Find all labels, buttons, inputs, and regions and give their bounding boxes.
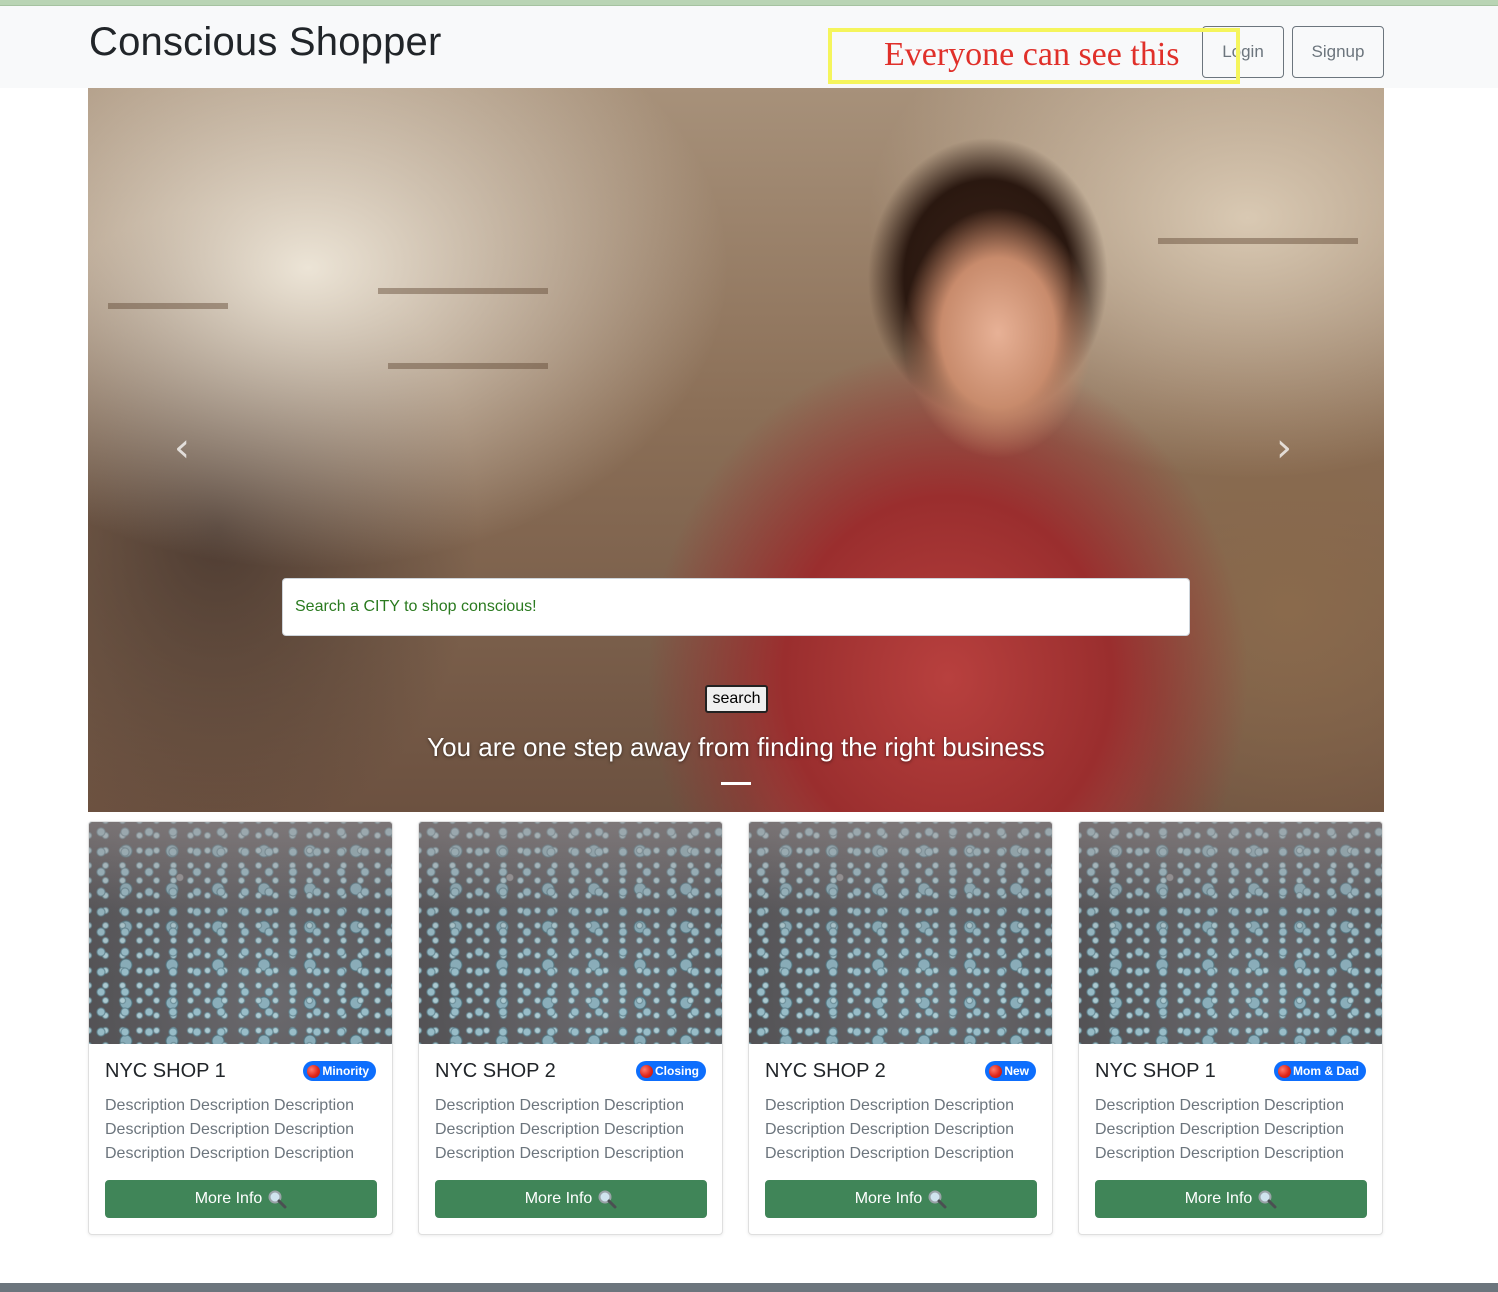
badge-label: Mom & Dad xyxy=(1293,1064,1359,1078)
shop-card: NYC SHOP 2 New Description Description D… xyxy=(748,821,1053,1235)
chevron-right-icon[interactable]: › xyxy=(1276,428,1296,468)
shop-title: NYC SHOP 1 xyxy=(1095,1060,1216,1082)
shop-title: NYC SHOP 2 xyxy=(435,1060,556,1082)
more-info-label: More Info xyxy=(1184,1190,1253,1207)
hero-caption: You are one step away from finding the r… xyxy=(427,732,1045,762)
navbar: Conscious Shopper Login Signup Everyone … xyxy=(0,6,1498,88)
shop-description: Description Description Description Desc… xyxy=(105,1097,354,1162)
annotation-box: Everyone can see this xyxy=(828,28,1240,84)
red-circle-icon xyxy=(989,1064,1003,1078)
carousel-indicator[interactable] xyxy=(721,782,751,785)
shop-card: NYC SHOP 1 Mom & Dad Description Descrip… xyxy=(1078,821,1383,1235)
hero-photo-detail xyxy=(1158,238,1358,244)
shop-card: NYC SHOP 1 Minority Description Descript… xyxy=(88,821,393,1235)
annotation-text: Everyone can see this xyxy=(884,36,1180,73)
chevron-left-icon[interactable]: ‹ xyxy=(174,428,194,468)
shop-image xyxy=(89,822,392,1044)
shop-image xyxy=(749,822,1052,1044)
city-search-input[interactable] xyxy=(282,578,1190,636)
hero-carousel: ‹ › search You are one step away from fi… xyxy=(88,88,1384,812)
status-badge: Closing xyxy=(636,1061,706,1081)
shop-image xyxy=(1079,822,1382,1044)
search-button[interactable]: search xyxy=(705,685,768,713)
more-info-button[interactable]: More Info xyxy=(435,1180,707,1218)
badge-label: New xyxy=(1004,1064,1029,1078)
shop-title: NYC SHOP 1 xyxy=(105,1060,226,1082)
more-info-label: More Info xyxy=(194,1190,263,1207)
more-info-label: More Info xyxy=(854,1190,923,1207)
more-info-button[interactable]: More Info xyxy=(1095,1180,1367,1218)
red-circle-icon xyxy=(307,1064,321,1078)
status-badge: New xyxy=(985,1061,1036,1081)
magnifier-icon xyxy=(267,1189,287,1209)
badge-label: Minority xyxy=(322,1064,369,1078)
status-badge: Mom & Dad xyxy=(1274,1061,1366,1081)
status-badge: Minority xyxy=(303,1061,376,1081)
magnifier-icon xyxy=(597,1189,617,1209)
signup-button[interactable]: Signup xyxy=(1292,26,1384,78)
footer-bar xyxy=(0,1283,1498,1292)
hero-photo-detail xyxy=(378,288,548,294)
shop-description: Description Description Description Desc… xyxy=(765,1097,1014,1162)
shop-description: Description Description Description Desc… xyxy=(435,1097,684,1162)
more-info-button[interactable]: More Info xyxy=(105,1180,377,1218)
shop-image xyxy=(419,822,722,1044)
more-info-label: More Info xyxy=(524,1190,593,1207)
magnifier-icon xyxy=(927,1189,947,1209)
badge-label: Closing xyxy=(655,1064,699,1078)
magnifier-icon xyxy=(1257,1189,1277,1209)
more-info-button[interactable]: More Info xyxy=(765,1180,1037,1218)
red-circle-icon xyxy=(640,1064,653,1078)
brand-title[interactable]: Conscious Shopper xyxy=(89,20,442,65)
shop-description: Description Description Description Desc… xyxy=(1095,1097,1344,1162)
hero-photo-detail xyxy=(388,363,548,369)
shop-title: NYC SHOP 2 xyxy=(765,1060,886,1082)
hero-photo-detail xyxy=(108,303,228,309)
red-circle-icon xyxy=(1278,1064,1291,1078)
shop-card: NYC SHOP 2 Closing Description Descripti… xyxy=(418,821,723,1235)
